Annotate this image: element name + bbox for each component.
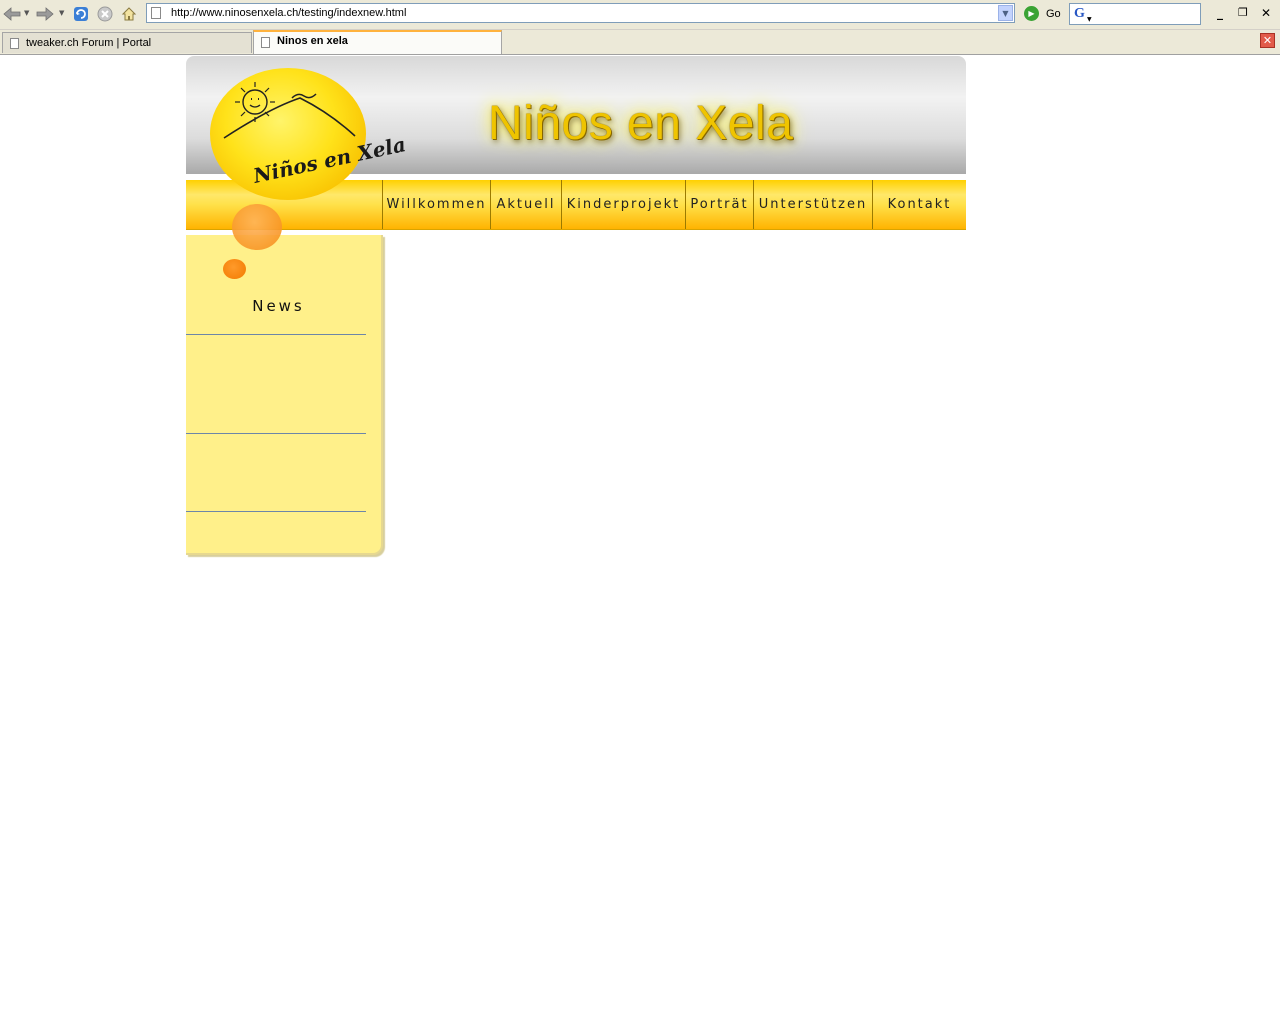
forward-dropdown-icon[interactable]: ▼ <box>59 9 64 17</box>
site-title: Niños en Xela <box>488 97 794 150</box>
orange-bubble-decoration <box>232 204 282 250</box>
stop-icon[interactable] <box>95 5 115 23</box>
browser-toolbar: ▼ ▼ http://www.ninosenxela.ch/testing/in… <box>0 0 1280 30</box>
refresh-icon[interactable] <box>71 5 91 23</box>
news-divider <box>186 511 366 512</box>
url-text[interactable]: http://www.ninosenxela.ch/testing/indexn… <box>171 7 406 19</box>
news-divider <box>186 334 366 335</box>
site-logo[interactable]: Niños en Xela <box>210 68 408 200</box>
back-icon[interactable] <box>2 5 22 23</box>
news-divider <box>186 433 366 434</box>
news-heading: News <box>252 297 305 315</box>
address-bar[interactable]: http://www.ninosenxela.ch/testing/indexn… <box>146 3 1015 23</box>
minimize-icon[interactable]: _ <box>1217 6 1223 20</box>
page-icon <box>151 7 161 19</box>
page-icon <box>261 37 270 48</box>
tab-label: tweaker.ch Forum | Portal <box>26 37 152 49</box>
close-icon[interactable]: ✕ <box>1261 6 1271 20</box>
tab-tweaker-forum[interactable]: tweaker.ch Forum | Portal <box>2 32 252 53</box>
google-search-icon[interactable]: G <box>1074 6 1085 22</box>
close-tab-icon[interactable]: ✕ <box>1260 33 1275 48</box>
nav-kinderprojekt[interactable]: Kinderprojekt <box>561 180 685 229</box>
nav-unterstuetzen[interactable]: Unterstützen <box>753 180 872 229</box>
restore-icon[interactable]: ❐ <box>1238 6 1248 19</box>
go-icon[interactable]: ▶ <box>1024 6 1039 21</box>
back-dropdown-icon[interactable]: ▼ <box>24 9 29 17</box>
nav-aktuell[interactable]: Aktuell <box>490 180 561 229</box>
tab-bar: tweaker.ch Forum | Portal Ninos en xela … <box>0 30 1280 55</box>
nav-kontakt[interactable]: Kontakt <box>872 180 966 229</box>
website: Niños en Xela Willkommen Aktuell Kinderp… <box>186 56 966 556</box>
news-sidebar: News <box>186 235 383 555</box>
home-icon[interactable] <box>119 5 139 23</box>
tab-ninos-en-xela[interactable]: Ninos en xela <box>253 30 502 54</box>
address-dropdown-icon[interactable]: ▼ <box>998 5 1013 21</box>
nav-portraet[interactable]: Porträt <box>685 180 753 229</box>
tab-label: Ninos en xela <box>277 35 348 47</box>
page-icon <box>10 38 19 49</box>
nav-willkommen[interactable]: Willkommen <box>382 180 490 229</box>
orange-bubble-decoration <box>223 259 246 279</box>
forward-icon[interactable] <box>35 5 55 23</box>
search-engine-dropdown-icon[interactable]: ▼ <box>1087 16 1092 23</box>
search-box[interactable]: G ▼ <box>1069 3 1201 25</box>
go-button-label[interactable]: Go <box>1046 8 1061 20</box>
